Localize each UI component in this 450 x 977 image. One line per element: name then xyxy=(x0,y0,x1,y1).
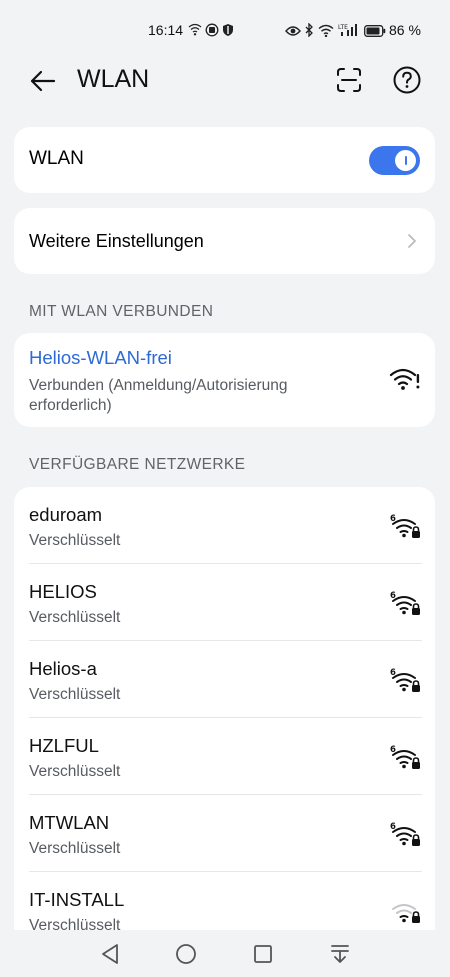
nav-notifications-button[interactable] xyxy=(326,940,354,968)
network-row[interactable]: HELIOS Verschlüsselt 6 xyxy=(14,564,435,641)
wifi-lock-icon: 6 xyxy=(390,822,420,846)
svg-text:LTE: LTE xyxy=(338,24,348,31)
assistant-icon xyxy=(205,23,219,42)
wifi-lock-icon: 6 xyxy=(390,514,420,538)
connected-section-header: MIT WLAN VERBUNDEN xyxy=(29,303,214,320)
wifi-lock-icon: 6 xyxy=(390,591,420,615)
shield-icon xyxy=(222,23,234,42)
nav-back-icon xyxy=(102,944,118,964)
network-security: Verschlüsselt xyxy=(29,840,121,857)
more-settings-row[interactable]: Weitere Einstellungen xyxy=(14,208,435,274)
chevron-right-icon xyxy=(408,234,416,248)
page-title: WLAN xyxy=(77,65,150,93)
switch-knob xyxy=(395,150,416,171)
back-button[interactable] xyxy=(26,64,60,98)
wifi-lock-weak-icon xyxy=(392,904,420,923)
back-arrow-icon xyxy=(30,70,56,92)
wifi-hotspot-icon xyxy=(188,23,202,42)
status-time: 16:14 xyxy=(148,22,184,38)
nav-notifications-icon xyxy=(331,945,349,963)
status-bar: 16:14 LTE 86 % xyxy=(0,0,450,60)
wifi-lock-icon: 6 xyxy=(390,745,420,769)
network-row[interactable]: MTWLAN Verschlüsselt 6 xyxy=(14,795,435,872)
battery-percent: 86 % xyxy=(389,22,421,38)
network-name: IT-INSTALL xyxy=(29,889,125,910)
connected-network-name: Helios-WLAN-frei xyxy=(29,347,172,368)
network-security: Verschlüsselt xyxy=(29,532,121,549)
nav-home-button[interactable] xyxy=(172,940,200,968)
eye-icon xyxy=(285,24,301,42)
network-security: Verschlüsselt xyxy=(29,609,121,626)
network-security: Verschlüsselt xyxy=(29,763,121,780)
wifi-warning-icon xyxy=(389,368,420,390)
nav-recents-button[interactable] xyxy=(249,940,277,968)
network-row[interactable]: HZLFUL Verschlüsselt 6 xyxy=(14,718,435,795)
help-button[interactable] xyxy=(390,63,424,97)
more-settings-label: Weitere Einstellungen xyxy=(29,231,204,251)
lte-signal-icon: LTE xyxy=(338,23,360,42)
network-name: MTWLAN xyxy=(29,812,110,833)
network-row[interactable]: eduroam Verschlüsselt 6 xyxy=(14,487,435,564)
connected-network-row[interactable]: Helios-WLAN-frei Verbunden (Anmeldung/Au… xyxy=(14,333,435,427)
scan-icon xyxy=(337,68,361,92)
nav-back-button[interactable] xyxy=(96,940,124,968)
network-name: Helios-a xyxy=(29,658,97,679)
nav-home-icon xyxy=(176,944,196,964)
network-name: HZLFUL xyxy=(29,735,99,756)
wlan-toggle-label: WLAN xyxy=(29,148,84,169)
scan-qr-button[interactable] xyxy=(332,63,366,97)
connected-network-status: Verbunden (Anmeldung/Autorisierung erfor… xyxy=(29,377,288,414)
network-security: Verschlüsselt xyxy=(29,686,121,703)
wifi-signal-icon xyxy=(318,24,334,42)
app-header: WLAN xyxy=(0,58,450,102)
battery-icon xyxy=(364,24,386,42)
available-networks-list: eduroam Verschlüsselt 6 HELIOS Verschlüs… xyxy=(14,487,435,947)
available-section-header: VERFÜGBARE NETZWERKE xyxy=(29,456,246,473)
nav-recents-icon xyxy=(254,945,272,963)
network-name: HELIOS xyxy=(29,581,97,602)
bluetooth-icon xyxy=(305,22,314,42)
network-name: eduroam xyxy=(29,504,103,525)
wlan-toggle-card: WLAN xyxy=(14,127,435,193)
wifi-lock-icon: 6 xyxy=(390,668,420,692)
wlan-switch[interactable] xyxy=(369,146,420,175)
system-nav-bar xyxy=(0,930,450,977)
network-row[interactable]: Helios-a Verschlüsselt 6 xyxy=(14,641,435,718)
help-icon xyxy=(393,66,421,94)
